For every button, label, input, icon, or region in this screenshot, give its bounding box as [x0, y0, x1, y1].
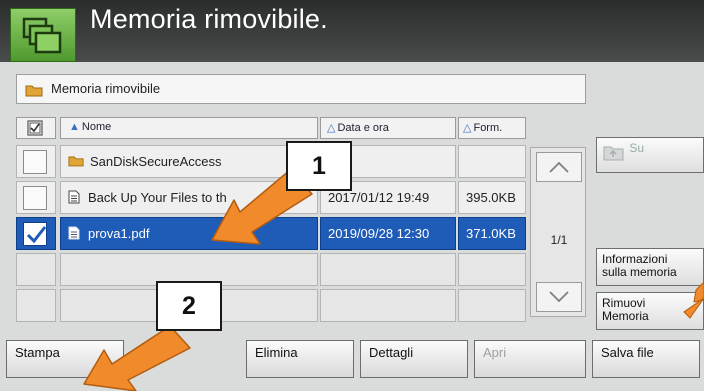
annotation-arrow-3	[683, 281, 704, 319]
annotation-callout-1: 1	[286, 141, 352, 191]
annotation-callout-2: 2	[156, 281, 222, 331]
callout-2-label: 2	[182, 292, 196, 320]
screen: Memoria rimovibile. Memoria rimovibile ▲…	[0, 0, 704, 391]
annotation-arrows	[83, 169, 704, 391]
annotation-arrow-2	[83, 325, 191, 391]
callout-1-label: 1	[312, 152, 326, 180]
